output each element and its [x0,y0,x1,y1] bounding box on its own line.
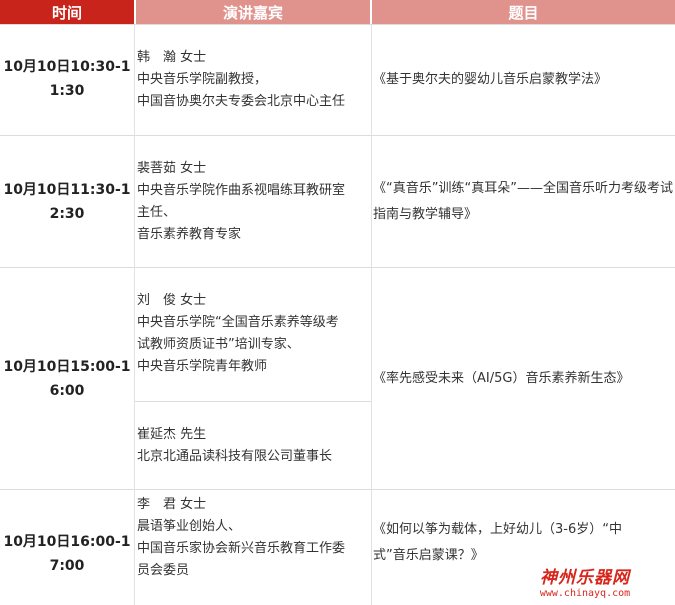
time-line: 2:30 [49,206,85,222]
speaker-title: 主任、 [137,205,177,220]
speaker-title: 晨语筝业创始人、 [137,519,242,534]
speaker-title: 北京北通品读科技有限公司董事长 [137,449,333,464]
speaker-name: 李 君 女士 [137,497,207,512]
time-cell-3: 10月10日15:00-1 6:00 [0,355,134,403]
row-divider [0,24,675,25]
speaker-title: 中央音乐学院副教授， [137,72,268,87]
speaker-title: 试教师资质证书”培训专家、 [137,337,300,352]
column-divider [371,24,372,605]
speaker-cell-3a: 刘 俊 女士 中央音乐学院“全国音乐素养等级考 试教师资质证书”培训专家、 中央… [137,290,371,378]
speaker-title: 中国音协奥尔夫专委会北京中心主任 [137,94,346,109]
time-cell-1: 10月10日10:30-1 1:30 [0,55,134,103]
topic-cell-2: 《“真音乐”训练“真耳朵”——全国音乐听力考级考试指南与教学辅导》 [373,181,673,222]
time-cell-4: 10月10日16:00-1 7:00 [0,530,134,578]
speaker-title: 中央音乐学院青年教师 [137,359,268,374]
time-line: 10月10日10:30-1 [3,59,131,75]
speaker-name: 刘 俊 女士 [137,293,207,308]
speaker-title: 中央音乐学院作曲系视唱练耳教研室 [137,183,346,198]
speaker-title: 员会委员 [137,563,190,578]
speaker-title: 音乐素养教育专家 [137,227,242,242]
speaker-cell-3b: 崔延杰 先生 北京北通品读科技有限公司董事长 [137,424,371,468]
topic-cell-1: 《基于奥尔夫的婴幼儿音乐启蒙教学法》 [373,72,608,87]
topic-cell-3: 《率先感受未来（AI/5G）音乐素养新生态》 [373,371,630,386]
logo-text-cn: 神州乐器网 [540,568,630,588]
speaker-cell-4: 李 君 女士 晨语筝业创始人、 中国音乐家协会新兴音乐教育工作委 员会委员 [137,494,371,582]
row-divider [0,135,675,136]
time-line: 6:00 [49,383,85,399]
speaker-title: 中国音乐家协会新兴音乐教育工作委 [137,541,346,556]
time-line: 1:30 [49,83,85,99]
header-time: 时间 [0,0,134,24]
speaker-name: 裴菩茹 女士 [137,161,207,176]
topic-line: 式”音乐启蒙课？》 [373,548,484,563]
speaker-cell-1: 韩 瀚 女士 中央音乐学院副教授， 中国音协奥尔夫专委会北京中心主任 [137,47,371,113]
speaker-cell-2: 裴菩茹 女士 中央音乐学院作曲系视唱练耳教研室 主任、 音乐素养教育专家 [137,158,371,246]
row-divider [0,489,675,490]
logo-text-en: www.chinayq.com [539,588,631,599]
topic-cell-4: 《如何以筝为载体，上好幼儿（3-6岁）“中 式”音乐启蒙课？》 [373,517,675,569]
time-cell-2: 10月10日11:30-1 2:30 [0,178,134,226]
speaker-divider [135,401,371,402]
speaker-title: 中央音乐学院“全国音乐素养等级考 [137,315,339,330]
time-line: 10月10日15:00-1 [3,359,131,375]
row-divider [0,267,675,268]
time-line: 7:00 [49,558,85,574]
time-line: 10月10日16:00-1 [3,534,131,550]
topic-line: 《如何以筝为载体，上好幼儿（3-6岁）“中 [373,522,622,537]
speaker-name: 韩 瀚 女士 [137,50,207,65]
column-divider [134,24,135,605]
header-speaker: 演讲嘉宾 [136,0,370,24]
time-line: 10月10日11:30-1 [3,182,131,198]
site-logo: 神州乐器网 www.chinayq.com [525,568,645,600]
speaker-name: 崔延杰 先生 [137,427,207,442]
header-topic: 题目 [372,0,675,24]
